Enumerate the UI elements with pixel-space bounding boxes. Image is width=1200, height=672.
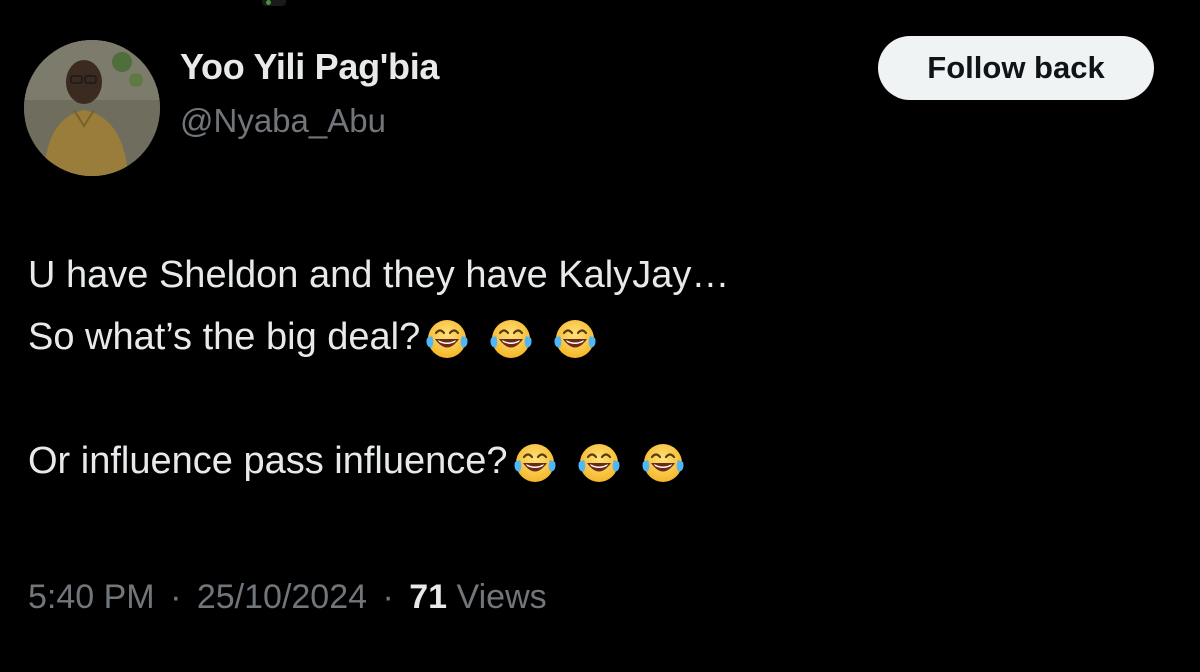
tweet-date[interactable]: 25/10/2024 xyxy=(197,578,367,616)
cropped-icon-fragment xyxy=(266,0,271,5)
emoji-group-line-3 xyxy=(508,430,686,492)
face-with-tears-of-joy-icon xyxy=(578,443,620,482)
avatar[interactable] xyxy=(24,40,160,176)
tweet-text-line-3: Or influence pass influence? xyxy=(28,440,508,482)
tweet-body: U have Sheldon and they have KalyJay… So… xyxy=(28,244,1168,492)
face-with-tears-of-joy-icon xyxy=(426,319,468,358)
face-with-tears-of-joy-icon xyxy=(554,319,596,358)
cropped-header-fragment xyxy=(262,0,286,6)
avatar-photo-icon xyxy=(24,40,160,176)
face-with-tears-of-joy-icon xyxy=(490,319,532,358)
emoji-group-line-2 xyxy=(420,306,598,368)
tweet-text-line-2: So what’s the big deal? xyxy=(28,316,421,358)
meta-separator: · xyxy=(382,578,394,616)
tweet-time[interactable]: 5:40 PM xyxy=(28,578,155,616)
author-handle[interactable]: @Nyaba_Abu xyxy=(180,102,386,140)
meta-separator: · xyxy=(170,578,182,616)
tweet-line-1: U have Sheldon and they have KalyJay… xyxy=(28,244,1168,306)
face-with-tears-of-joy-icon xyxy=(514,443,556,482)
author-display-name[interactable]: Yoo Yili Pag'bia xyxy=(180,46,439,88)
tweet-line-3: Or influence pass influence? xyxy=(28,430,1168,492)
follow-back-button[interactable]: Follow back xyxy=(878,36,1154,100)
face-with-tears-of-joy-icon xyxy=(642,443,684,482)
tweet-meta: 5:40 PM · 25/10/2024 · 71 Views xyxy=(28,578,547,617)
views-count[interactable]: 71 xyxy=(409,578,447,616)
tweet-text-line-1: U have Sheldon and they have KalyJay… xyxy=(28,254,730,296)
tweet-line-2: So what’s the big deal? xyxy=(28,306,1168,368)
views-label[interactable]: Views xyxy=(457,578,547,616)
